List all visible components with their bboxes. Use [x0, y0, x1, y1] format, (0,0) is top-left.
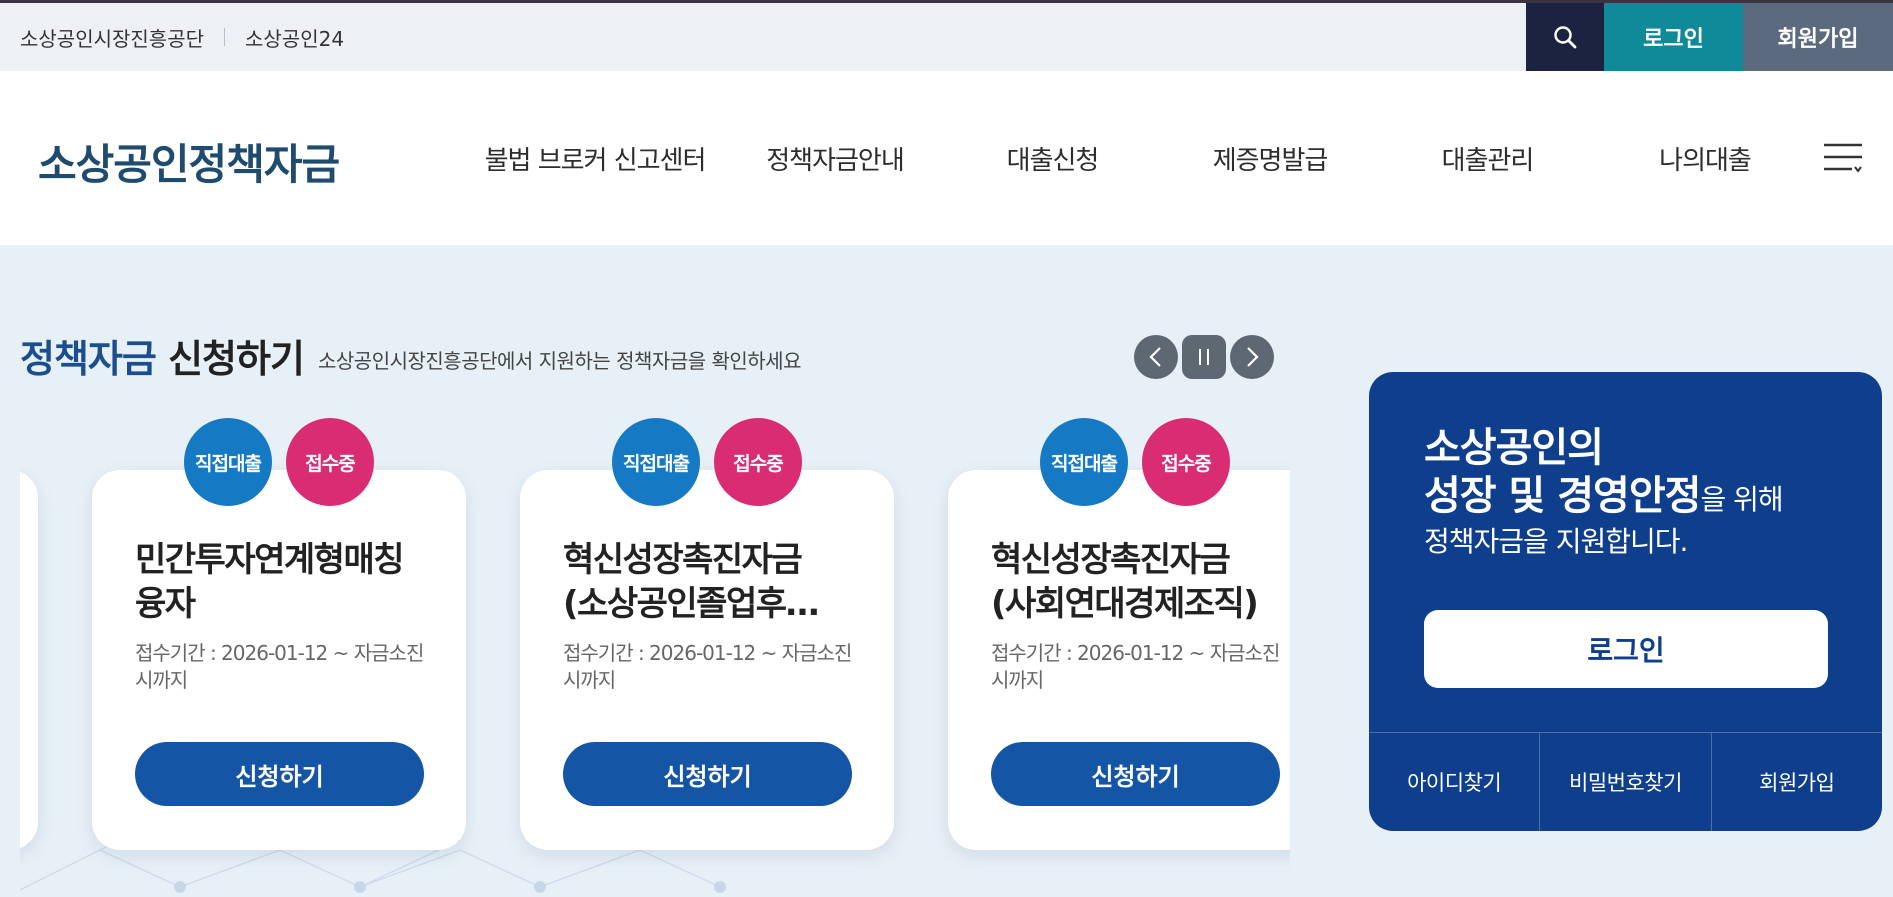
top-login-button[interactable]: 로그인 — [1604, 3, 1743, 71]
card-title-line: 혁신성장촉진자금 — [991, 540, 1231, 580]
search-icon — [1554, 26, 1577, 49]
section-title: 정책자금 신청하기 — [20, 328, 305, 383]
site-logo[interactable]: 소상공인정책자금 — [38, 131, 340, 192]
login-panel-line2-bold: 성장 및 경영안정 — [1424, 473, 1701, 519]
slider-prev-button[interactable] — [1134, 335, 1178, 379]
card-period-line: 시까지 — [563, 668, 616, 692]
utility-links: 소상공인시장진흥공단 소상공인24 — [20, 3, 344, 71]
section-title-accent: 정책자금 — [20, 337, 157, 381]
site-header: 소상공인정책자금 불법 브로커 신고센터 정책자금안내 대출신청 제증명발급 대… — [0, 71, 1893, 245]
badge-loan-type: 직접대출 — [184, 418, 272, 506]
slider-pause-button[interactable] — [1182, 335, 1226, 379]
fund-card: 직접대출 접수중 혁신성장촉진자금 (소상공인졸업후… 접수기간 : 2026-… — [520, 418, 894, 850]
card-title[interactable]: 혁신성장촉진자금 (사회연대경제조직) — [991, 538, 1290, 626]
section-subtitle: 소상공인시장진흥공단에서 지원하는 정책자금을 확인하세요 — [318, 349, 801, 373]
card-period: 접수기간 : 2026-01-12 ~ 자금소진 시까지 — [135, 640, 435, 694]
badge-status: 접수중 — [286, 418, 374, 506]
fund-card: 직접대출 접수중 혁신성장촉진자금 (사회연대경제조직) 접수기간 : 2026… — [948, 418, 1290, 850]
top-join-button[interactable]: 회원가입 — [1743, 3, 1893, 71]
utility-bar: 소상공인시장진흥공단 소상공인24 로그인 회원가입 — [0, 3, 1893, 71]
panel-join-link[interactable]: 회원가입 — [1710, 733, 1882, 831]
badge-loan-type: 직접대출 — [1040, 418, 1128, 506]
card-period: 접수기간 : 2026-01-12 ~ 자금소진 시까지 — [563, 640, 863, 694]
nav-certificates[interactable]: 제증명발급 — [1175, 140, 1365, 177]
badge-status: 접수중 — [714, 418, 802, 506]
apply-button[interactable]: 신청하기 — [991, 742, 1280, 806]
search-button[interactable] — [1526, 3, 1604, 71]
login-panel-line3: 정책자금을 지원합니다. — [1424, 525, 1688, 558]
login-panel-message: 소상공인의 성장 및 경영안정을 위해 정책자금을 지원합니다. — [1424, 424, 1784, 560]
pause-icon — [1199, 349, 1209, 365]
main-nav: 불법 브로커 신고센터 정책자금안내 대출신청 제증명발급 대출관리 나의대출 — [450, 71, 1800, 245]
hamburger-menu-button[interactable] — [1822, 137, 1864, 177]
login-panel-line1: 소상공인의 — [1424, 425, 1604, 471]
slider-next-button[interactable] — [1230, 335, 1274, 379]
card-title[interactable]: 혁신성장촉진자금 (소상공인졸업후… — [563, 538, 863, 626]
badge-status: 접수중 — [1142, 418, 1230, 506]
login-panel-links: 아이디찾기 비밀번호찾기 회원가입 — [1369, 732, 1882, 831]
hamburger-icon — [1824, 143, 1862, 173]
fund-card-partial — [20, 470, 38, 850]
chevron-right-icon — [1247, 347, 1259, 367]
nav-loan-apply[interactable]: 대출신청 — [930, 140, 1175, 177]
card-period: 접수기간 : 2026-01-12 ~ 자금소진 시까지 — [991, 640, 1290, 694]
nav-fund-info[interactable]: 정책자금안내 — [740, 140, 930, 177]
apply-button[interactable]: 신청하기 — [563, 742, 852, 806]
login-panel-line2: 성장 및 경영안정을 위해 — [1424, 472, 1784, 524]
utility-separator — [224, 28, 225, 46]
card-period-line: 접수기간 : 2026-01-12 ~ 자금소진 — [991, 641, 1280, 665]
link-sbiz24[interactable]: 소상공인24 — [245, 23, 344, 52]
card-title-line: 혁신성장촉진자금 — [563, 540, 803, 580]
card-period-line: 접수기간 : 2026-01-12 ~ 자금소진 — [135, 641, 424, 665]
panel-login-button[interactable]: 로그인 — [1424, 610, 1828, 688]
card-title-line: (소상공인졸업후… — [563, 584, 820, 624]
nav-my-loan[interactable]: 나의대출 — [1610, 140, 1800, 177]
badge-loan-type: 직접대출 — [612, 418, 700, 506]
link-semas[interactable]: 소상공인시장진흥공단 — [20, 23, 204, 52]
nav-broker-report[interactable]: 불법 브로커 신고센터 — [450, 140, 740, 177]
card-period-line: 접수기간 : 2026-01-12 ~ 자금소진 — [563, 641, 852, 665]
card-title[interactable]: 민간투자연계형매칭 융자 — [135, 538, 435, 626]
card-title-line: 융자 — [135, 584, 196, 624]
card-title-line: (사회연대경제조직) — [991, 584, 1259, 624]
card-title-line: 민간투자연계형매칭 — [135, 540, 405, 580]
fund-cards-carousel: 직접대출 접수중 민간투자연계형매칭 융자 접수기간 : 2026-01-12 … — [20, 410, 1290, 897]
login-panel-line2-small: 을 위해 — [1700, 483, 1783, 516]
find-id-link[interactable]: 아이디찾기 — [1369, 733, 1539, 831]
apply-button[interactable]: 신청하기 — [135, 742, 424, 806]
card-period-line: 시까지 — [991, 668, 1044, 692]
login-panel: 소상공인의 성장 및 경영안정을 위해 정책자금을 지원합니다. 로그인 아이디… — [1369, 372, 1882, 831]
card-period-line: 시까지 — [135, 668, 188, 692]
utility-actions: 로그인 회원가입 — [1526, 3, 1893, 71]
section-title-rest: 신청하기 — [168, 337, 305, 381]
nav-loan-manage[interactable]: 대출관리 — [1365, 140, 1610, 177]
fund-card: 직접대출 접수중 민간투자연계형매칭 융자 접수기간 : 2026-01-12 … — [92, 418, 466, 850]
chevron-left-icon — [1149, 347, 1161, 367]
find-password-link[interactable]: 비밀번호찾기 — [1539, 733, 1710, 831]
